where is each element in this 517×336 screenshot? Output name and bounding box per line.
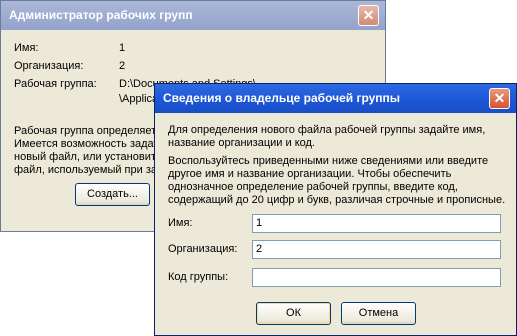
close-icon: ✕ (362, 7, 375, 23)
owner-name-label: Имя: (14, 42, 39, 54)
help-text-line2: другое имя и название организации. Чтобы… (168, 168, 452, 180)
close-icon: ✕ (493, 90, 506, 106)
info-text-line1: Рабочая группа определяет (14, 125, 157, 137)
help-text-line3: однозначное определение рабочей группы, … (168, 181, 458, 193)
ok-button[interactable]: ОК (256, 302, 331, 325)
owner-info-title: Сведения о владельце рабочей группы (163, 91, 401, 105)
dialog-organization-label: Организация: (168, 243, 238, 255)
info-text-line2: Имеется возможность задат (14, 138, 159, 150)
group-code-label: Код группы: (168, 271, 229, 283)
intro-text-line1: Для определения нового файла рабочей гру… (168, 124, 486, 136)
intro-text-line2: название организации и код. (168, 137, 315, 149)
workgroup-path-line2: \Applica (119, 93, 159, 105)
workgroup-label: Рабочая группа: (14, 78, 97, 90)
owner-name-value: 1 (119, 42, 126, 54)
owner-info-titlebar[interactable]: Сведения о владельце рабочей группы ✕ (155, 84, 516, 113)
organization-label: Организация: (14, 60, 84, 72)
cancel-button[interactable]: Отмена (341, 302, 416, 325)
owner-info-close-button[interactable]: ✕ (489, 88, 510, 109)
create-button[interactable]: Создать... (75, 183, 150, 206)
help-text-line1: Воспользуйтесь приведенными ниже сведени… (168, 155, 489, 167)
group-code-input[interactable] (252, 268, 501, 287)
owner-info-dialog: Сведения о владельце рабочей группы ✕ Дл… (154, 83, 517, 336)
organization-value: 2 (119, 60, 126, 72)
workgroup-admin-titlebar[interactable]: Администратор рабочих групп ✕ (1, 1, 385, 30)
workgroup-admin-close-button[interactable]: ✕ (358, 5, 379, 26)
workgroup-admin-title: Администратор рабочих групп (9, 8, 193, 22)
name-input[interactable]: 1 (252, 214, 501, 233)
info-text-line3: новый файл, или установит (14, 151, 156, 163)
dialog-name-label: Имя: (168, 217, 193, 229)
help-text-line4: содержащий до 20 цифр и букв, различая с… (168, 194, 506, 206)
info-text-line4: файл, используемый при зап (14, 164, 163, 176)
organization-input[interactable]: 2 (252, 240, 501, 259)
